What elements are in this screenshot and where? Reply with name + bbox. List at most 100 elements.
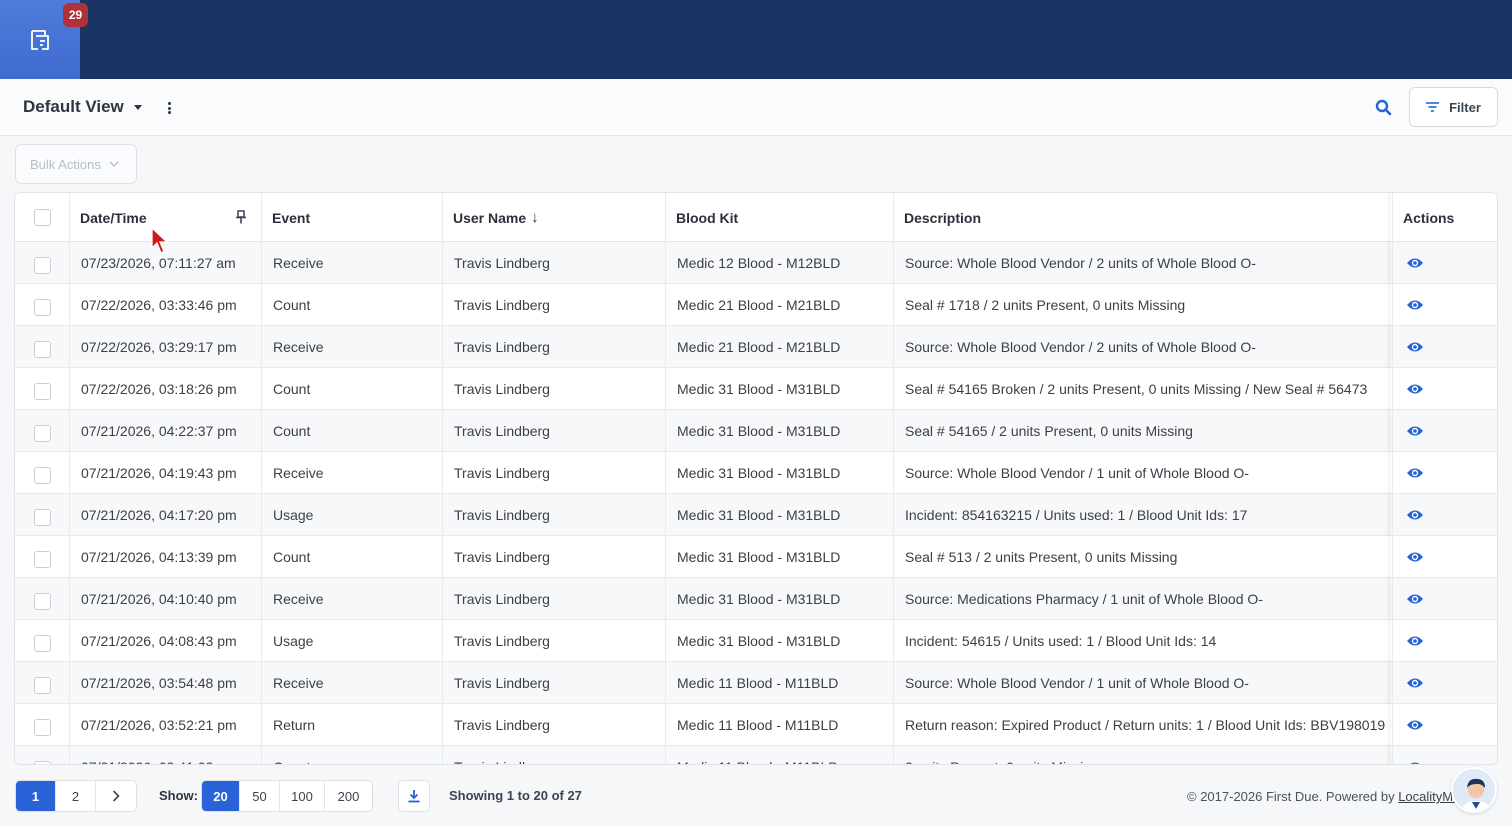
table-row[interactable]: 07/22/2026, 03:33:46 pm Count Travis Lindb…: [15, 284, 1497, 326]
cell-kit: Medic 12 Blood - M12BLD: [666, 242, 894, 284]
cell-datetime: 07/22/2026, 03:29:17 pm: [70, 326, 262, 368]
view-eye-icon[interactable]: [1406, 719, 1424, 731]
column-label-user: User Name: [453, 209, 527, 226]
row-checkbox[interactable]: [33, 424, 51, 442]
cell-event: Return: [262, 704, 443, 746]
view-selector[interactable]: Default View: [23, 97, 142, 117]
row-checkbox[interactable]: [33, 256, 51, 274]
support-avatar[interactable]: [1451, 767, 1497, 813]
view-eye-icon[interactable]: [1406, 299, 1424, 311]
column-header-user[interactable]: User Name ↓: [443, 193, 666, 242]
page-2-button[interactable]: 2: [56, 781, 96, 811]
bulk-actions-label: Bulk Actions: [30, 156, 101, 172]
table-row[interactable]: 07/21/2026, 03:41:02 pmCountTravis Lindb…: [15, 746, 1497, 765]
view-eye-icon[interactable]: [1406, 257, 1424, 269]
column-header-kit[interactable]: Blood Kit: [666, 193, 894, 242]
cell-description: Source: Whole Blood Vendor / 1 unit of W…: [894, 662, 1393, 704]
column-header-description[interactable]: Description: [894, 193, 1393, 242]
cell-kit: Medic 31 Blood - M31BLD: [666, 536, 894, 578]
more-options-icon[interactable]: [164, 100, 174, 116]
select-all-checkbox[interactable]: [33, 209, 51, 226]
cell-user: Travis Lindberg: [443, 494, 666, 536]
cell-datetime: 07/22/2026, 03:18:26 pm: [70, 368, 262, 410]
row-select-cell: [15, 536, 70, 578]
row-checkbox[interactable]: [33, 466, 51, 484]
copyright: © 2017-2026 First Due. Powered by Locali…: [1187, 789, 1460, 804]
table-row[interactable]: 07/21/2026, 04:13:39 pm Count Travis Lindb…: [15, 536, 1497, 578]
row-select-cell: [15, 620, 70, 662]
cell-event: Count: [262, 410, 443, 452]
bulk-actions-button[interactable]: Bulk Actions: [15, 144, 137, 184]
next-page-button[interactable]: [96, 781, 136, 811]
table-row[interactable]: 07/21/2026, 04:17:20 pm Usage Travis Lindb…: [15, 494, 1497, 536]
row-checkbox[interactable]: [33, 508, 51, 526]
page-size-label: Show:: [159, 788, 198, 803]
view-eye-icon[interactable]: [1406, 761, 1424, 765]
table-row[interactable]: 07/21/2026, 04:08:43 pm Usage Travis Lindb…: [15, 620, 1497, 662]
cell-user: Travis Lindberg: [443, 704, 666, 746]
cell-kit: Medic 11 Blood - M11BLD: [666, 662, 894, 704]
view-eye-icon[interactable]: [1406, 425, 1424, 437]
cell-description: Source: Whole Blood Vendor / 2 units of …: [894, 326, 1393, 368]
view-eye-icon[interactable]: [1406, 677, 1424, 689]
row-actions-cell: [1393, 284, 1497, 326]
cell-datetime: 07/21/2026, 04:19:43 pm: [70, 452, 262, 494]
table-row[interactable]: 07/22/2026, 03:18:26 pm Count Travis Lindb…: [15, 368, 1497, 410]
table-row[interactable]: 07/23/2026, 07:11:27 am Receive Travis Lin…: [15, 242, 1497, 284]
page-size-200[interactable]: 200: [325, 781, 372, 811]
cell-kit: Medic 31 Blood - M31BLD: [666, 578, 894, 620]
column-header-event[interactable]: Event: [262, 193, 443, 242]
table-row[interactable]: 07/22/2026, 03:29:17 pm Receive Travis Lin…: [15, 326, 1497, 368]
row-select-cell: [15, 242, 70, 284]
cell-description: Seal # 54165 / 2 units Present, 0 units …: [894, 410, 1393, 452]
download-button[interactable]: [398, 780, 430, 812]
table-row[interactable]: 07/21/2026, 03:52:21 pm Return Travis Lind…: [15, 704, 1497, 746]
view-eye-icon[interactable]: [1406, 383, 1424, 395]
row-checkbox[interactable]: [33, 760, 51, 764]
cell-description: Return reason: Expired Product / Return …: [894, 704, 1393, 746]
pin-icon[interactable]: [235, 210, 247, 224]
row-actions-cell: [1393, 494, 1497, 536]
sort-desc-icon: ↓: [531, 209, 539, 226]
column-header-actions: Actions: [1393, 193, 1497, 242]
view-title: Default View: [23, 97, 124, 116]
row-select-cell: [15, 452, 70, 494]
table-header: Date/Time Event User Name ↓ Blood Kit De…: [15, 193, 1497, 242]
view-eye-icon[interactable]: [1406, 551, 1424, 563]
row-actions-cell: [1393, 662, 1497, 704]
row-checkbox[interactable]: [33, 550, 51, 568]
search-icon[interactable]: [1374, 98, 1394, 118]
row-checkbox[interactable]: [33, 592, 51, 610]
view-eye-icon[interactable]: [1406, 341, 1424, 353]
row-checkbox[interactable]: [33, 634, 51, 652]
cell-user: Travis Lindberg: [443, 662, 666, 704]
table-row[interactable]: 07/21/2026, 04:22:37 pm Count Travis Lindb…: [15, 410, 1497, 452]
page-size-20[interactable]: 20: [202, 781, 240, 811]
view-eye-icon[interactable]: [1406, 593, 1424, 605]
cell-datetime: 07/21/2026, 04:13:39 pm: [70, 536, 262, 578]
cell-kit: Medic 31 Blood - M31BLD: [666, 410, 894, 452]
view-eye-icon[interactable]: [1406, 467, 1424, 479]
cell-user: Travis Lindberg: [443, 410, 666, 452]
view-eye-icon[interactable]: [1406, 509, 1424, 521]
column-header-datetime[interactable]: Date/Time: [70, 193, 262, 242]
cell-datetime: 07/21/2026, 03:54:48 pm: [70, 662, 262, 704]
row-select-cell: [15, 662, 70, 704]
table-row[interactable]: 07/21/2026, 04:10:40 pm Receive Travis Lin…: [15, 578, 1497, 620]
row-checkbox[interactable]: [33, 340, 51, 358]
view-eye-icon[interactable]: [1406, 635, 1424, 647]
row-checkbox[interactable]: [33, 298, 51, 316]
table-row[interactable]: 07/21/2026, 03:54:48 pm Receive Travis Lin…: [15, 662, 1497, 704]
cell-datetime: 07/21/2026, 04:17:20 pm: [70, 494, 262, 536]
page-size-100[interactable]: 100: [280, 781, 325, 811]
cell-user: Travis Lindberg: [443, 326, 666, 368]
caret-down-icon: [133, 104, 142, 110]
row-checkbox[interactable]: [33, 718, 51, 736]
page-size-50[interactable]: 50: [240, 781, 280, 811]
table-row[interactable]: 07/21/2026, 04:19:43 pm Receive Travis Lin…: [15, 452, 1497, 494]
row-checkbox[interactable]: [33, 382, 51, 400]
cell-kit: Medic 21 Blood - M21BLD: [666, 284, 894, 326]
page-1-button[interactable]: 1: [16, 781, 56, 811]
filter-button[interactable]: Filter: [1409, 87, 1498, 127]
row-checkbox[interactable]: [33, 676, 51, 694]
